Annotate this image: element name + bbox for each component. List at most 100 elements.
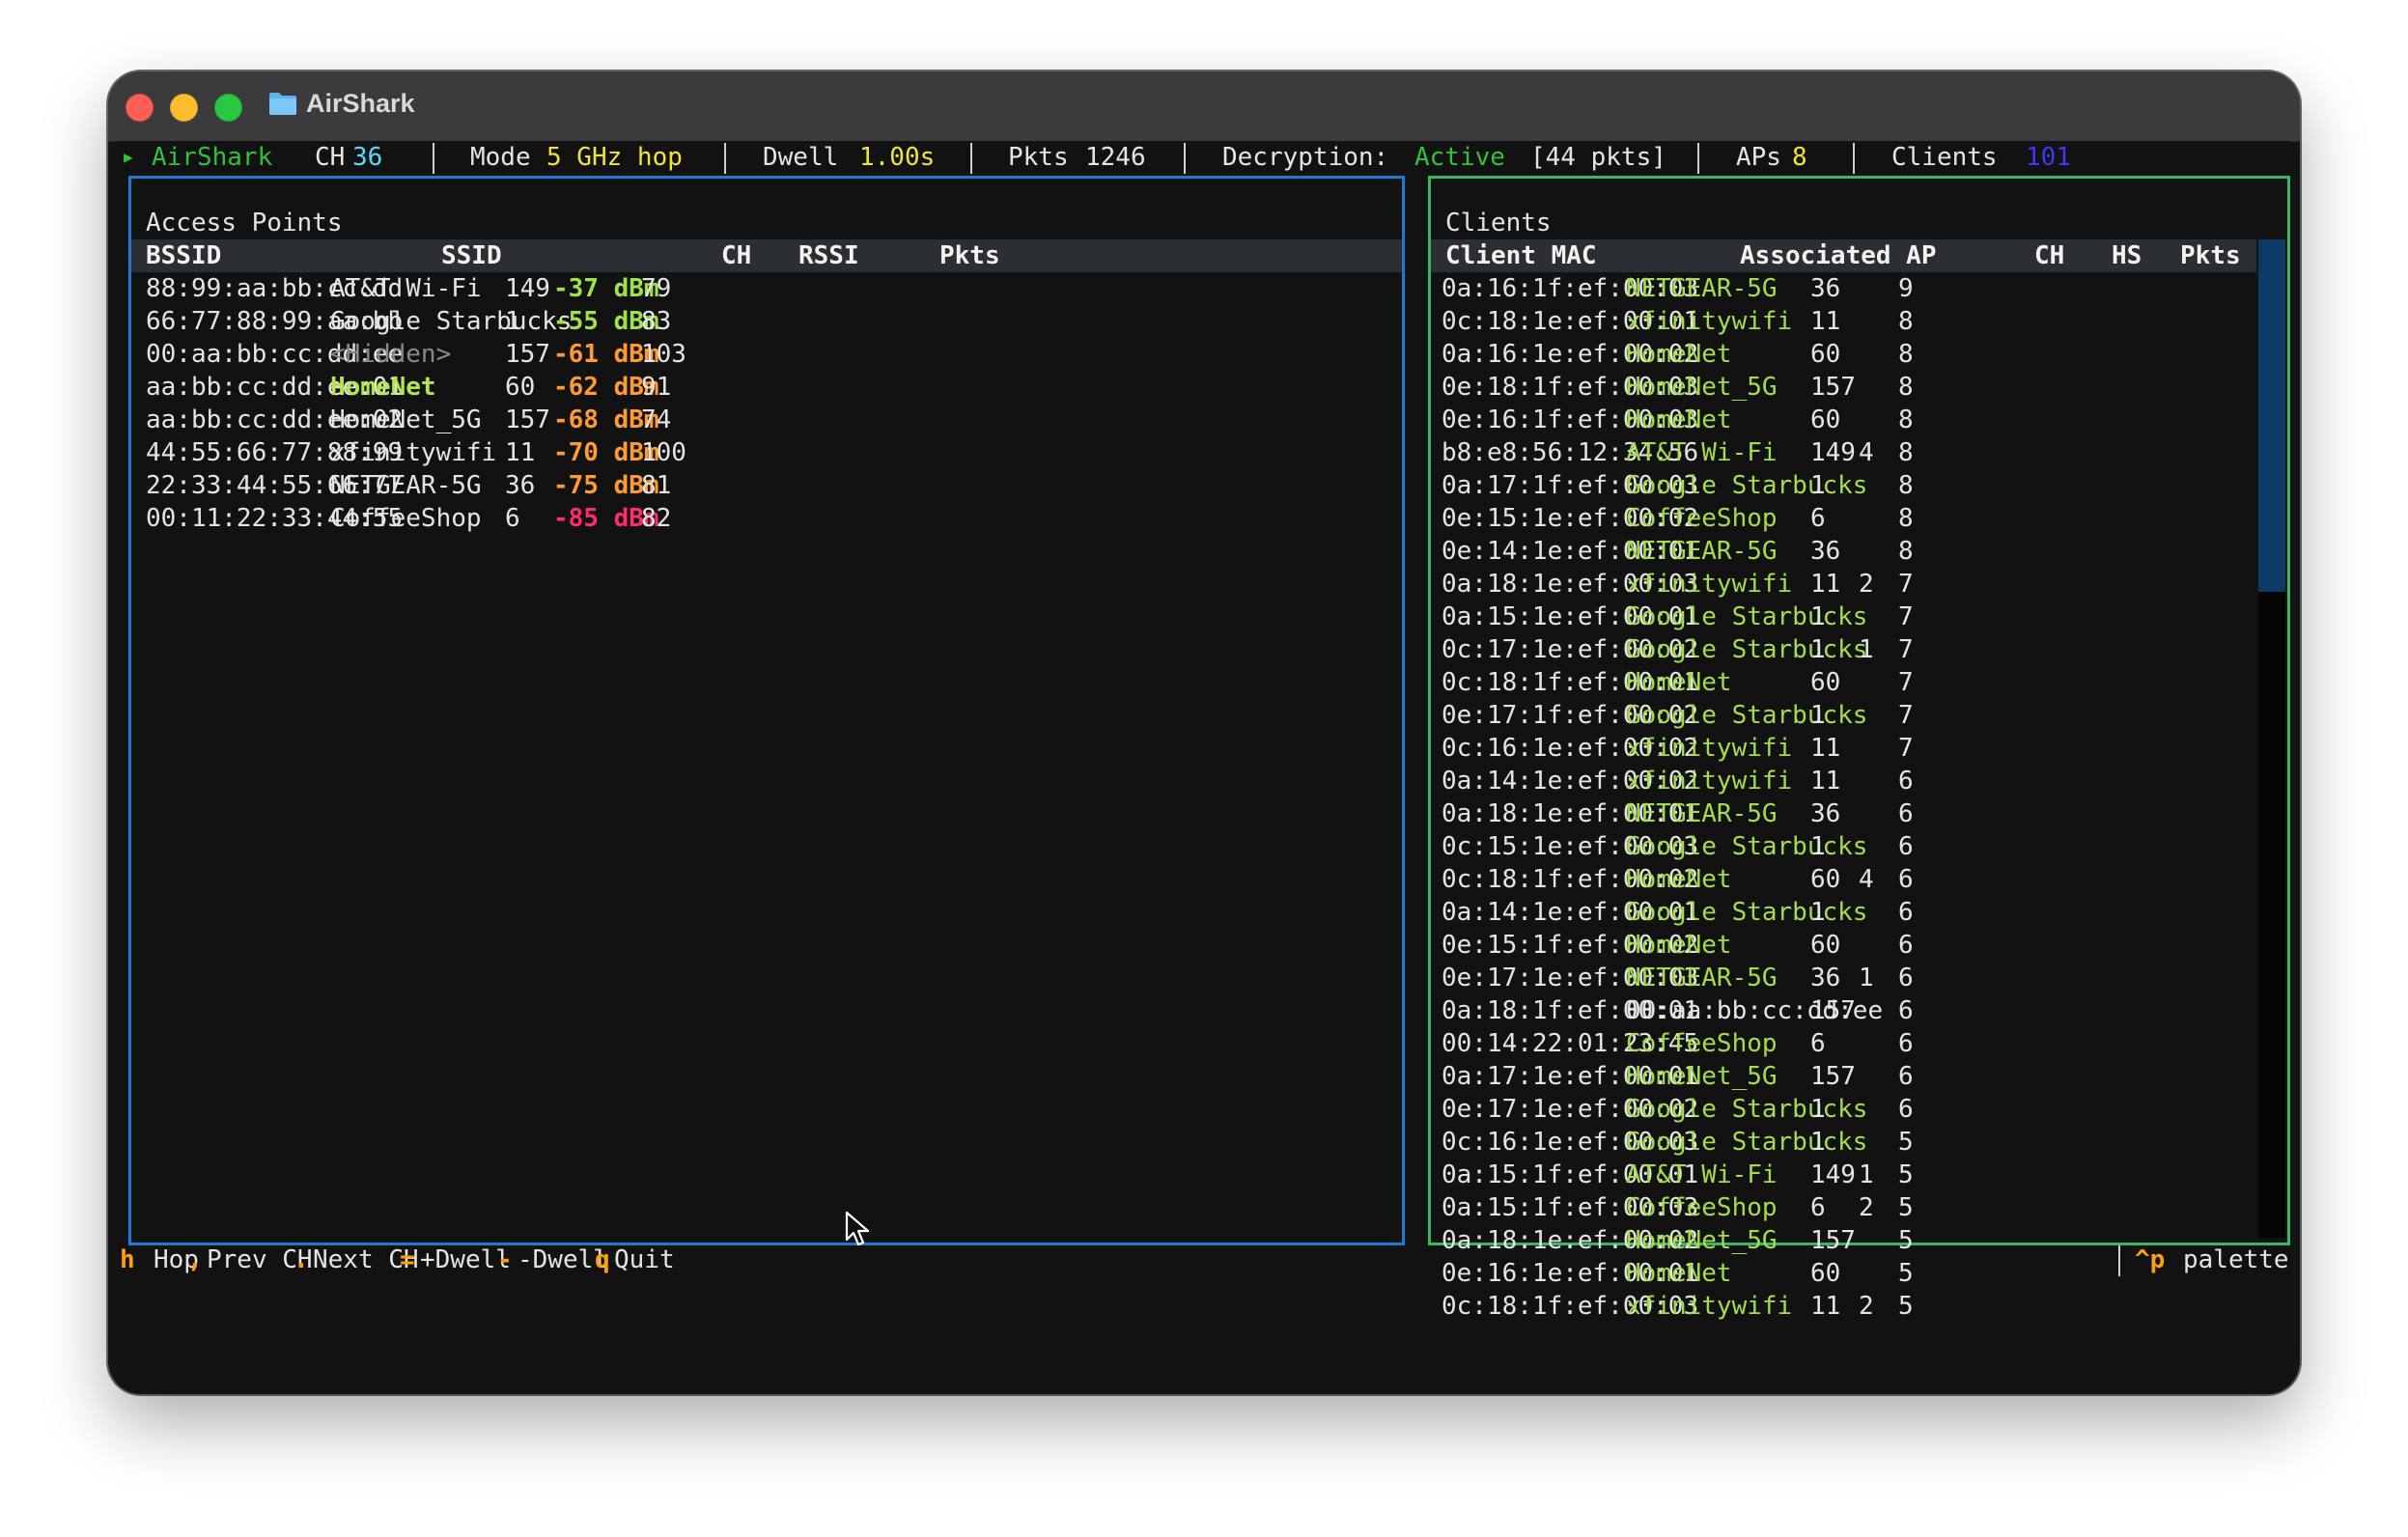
associated-ap-cell: HomeNet bbox=[1626, 931, 1732, 960]
table-row[interactable]: 00:14:22:01:23:45 CoffeeShop 6 6 bbox=[1431, 1027, 2256, 1060]
key-bindings-footer: ^p palette h Hop, Prev CH. Next CH = +Dwell - -… bbox=[118, 1244, 2290, 1276]
channel-cell: 6 bbox=[1810, 504, 1826, 533]
table-row[interactable]: 0c:18:1f:ef:00:03 xfinitywifi 11 2 5 bbox=[1431, 1290, 2256, 1323]
channel-cell: 157 bbox=[1810, 1062, 1856, 1091]
table-row[interactable]: 0e:15:1e:ef:00:02 CoffeeShop 6 8 bbox=[1431, 502, 2256, 535]
table-row[interactable]: 0a:15:1e:ef:00:01 Google Starbucks 1 7 bbox=[1431, 601, 2256, 633]
table-row[interactable]: 0c:18:1f:ef:00:02 HomeNet 60 4 6 bbox=[1431, 863, 2256, 896]
table-row[interactable]: 0a:14:1e:ef:00:02 xfinitywifi 11 6 bbox=[1431, 765, 2256, 797]
key-hint-3[interactable]: . bbox=[294, 1244, 309, 1276]
column-header-channel[interactable]: CH bbox=[2034, 239, 2064, 272]
table-row[interactable]: 0e:16:1f:ef:00:03 HomeNet 60 8 bbox=[1431, 404, 2256, 436]
access-points-panel[interactable]: Access Points BSSID SSID CH RSSI Pkts 88… bbox=[128, 176, 1405, 1245]
ssid-cell: NETGEAR-5G bbox=[330, 471, 482, 500]
app-name: AirShark bbox=[152, 143, 273, 172]
table-row[interactable]: 0e:14:1e:ef:00:01 NETGEAR-5G 36 8 bbox=[1431, 535, 2256, 568]
palette-label[interactable]: palette bbox=[2183, 1244, 2289, 1276]
table-row[interactable]: 0a:18:1e:ef:00:01 NETGEAR-5G 36 6 bbox=[1431, 797, 2256, 830]
table-row[interactable]: 44:55:66:77:88:99 xfinitywifi 11 -70 dBm 100 bbox=[131, 436, 1402, 469]
packets-cell: 7 bbox=[1898, 668, 1914, 697]
table-row[interactable]: 0e:17:1e:ef:00:03 NETGEAR-5G 36 1 6 bbox=[1431, 962, 2256, 994]
table-row[interactable]: 0c:18:1f:ef:00:01 HomeNet 60 7 bbox=[1431, 666, 2256, 699]
clients-value: 101 bbox=[2026, 143, 2071, 172]
associated-ap-cell: Google Starbucks bbox=[1626, 832, 1868, 861]
channel-cell: 1 bbox=[1810, 602, 1826, 631]
associated-ap-cell: NETGEAR-5G bbox=[1626, 964, 1778, 992]
table-row[interactable]: 0c:16:1e:ef:00:03 Google Starbucks 1 5 bbox=[1431, 1126, 2256, 1159]
table-row[interactable]: aa:bb:cc:dd:ee:02 HomeNet_5G 157 -68 dBm 74 bbox=[131, 404, 1402, 436]
table-row[interactable]: 0e:17:1e:ef:00:02 Google Starbucks 1 6 bbox=[1431, 1093, 2256, 1126]
column-header-ssid[interactable]: SSID bbox=[441, 239, 502, 272]
palette-key[interactable]: ^p bbox=[2135, 1244, 2165, 1276]
column-header-channel[interactable]: CH bbox=[721, 239, 751, 272]
column-header-bssid[interactable]: BSSID bbox=[146, 239, 221, 272]
handshakes-cell: 2 bbox=[1859, 570, 1874, 599]
channel-cell: 1 bbox=[1810, 635, 1826, 664]
status-divider bbox=[724, 143, 726, 174]
table-row[interactable]: 66:77:88:99:aa:bb Google Starbucks 1 -55 dB… bbox=[131, 305, 1402, 338]
associated-ap-cell: Google Starbucks bbox=[1626, 1095, 1868, 1124]
column-header-handshakes[interactable]: HS bbox=[2112, 239, 2142, 272]
table-row[interactable]: 0e:18:1f:ef:00:03 HomeNet_5G 157 8 bbox=[1431, 371, 2256, 404]
packets-cell: 7 bbox=[1898, 734, 1914, 763]
packets-cell: 5 bbox=[1898, 1292, 1914, 1321]
associated-ap-cell: HomeNet bbox=[1626, 340, 1732, 369]
table-row[interactable]: 0c:17:1e:ef:00:02 Google Starbucks 1 1 7 bbox=[1431, 633, 2256, 666]
clients-scrollbar-thumb[interactable] bbox=[2258, 239, 2285, 592]
table-row[interactable]: 88:99:aa:bb:cc:dd AT&T Wi-Fi 149 -37 dBm 79 bbox=[131, 272, 1402, 305]
channel-cell: 36 bbox=[1810, 537, 1841, 566]
table-row[interactable]: 0a:16:1f:ef:00:03 NETGEAR-5G 36 9 bbox=[1431, 272, 2256, 305]
table-row[interactable]: b8:e8:56:12:34:56 AT&T Wi-Fi 149 4 8 bbox=[1431, 436, 2256, 469]
packets-cell: 8 bbox=[1898, 307, 1914, 336]
column-header-client-mac[interactable]: Client MAC bbox=[1445, 239, 1597, 272]
packets-cell: 6 bbox=[1898, 898, 1914, 927]
table-row[interactable]: 0a:14:1e:ef:00:01 Google Starbucks 1 6 bbox=[1431, 896, 2256, 929]
key-hint-6[interactable]: q bbox=[595, 1244, 610, 1276]
handshakes-cell: 2 bbox=[1859, 1292, 1874, 1321]
channel-cell: 1 bbox=[505, 307, 520, 336]
key-hint-4[interactable]: = bbox=[400, 1244, 415, 1276]
column-header-rssi[interactable]: RSSI bbox=[798, 239, 859, 272]
table-row[interactable]: 0e:17:1f:ef:00:02 Google Starbucks 1 7 bbox=[1431, 699, 2256, 732]
table-row[interactable]: 0a:15:1f:ef:00:03 CoffeeShop 6 2 5 bbox=[1431, 1191, 2256, 1224]
table-row[interactable]: 0c:16:1e:ef:00:02 xfinitywifi 11 7 bbox=[1431, 732, 2256, 765]
key-hint-label[interactable]: Quit bbox=[614, 1244, 675, 1276]
close-window-button[interactable] bbox=[126, 94, 154, 122]
table-row[interactable]: 22:33:44:55:66:77 NETGEAR-5G 36 -75 dBm 81 bbox=[131, 469, 1402, 502]
table-row[interactable]: 00:aa:bb:cc:dd:ee <Hidden> 157 -61 dBm 103 bbox=[131, 338, 1402, 371]
table-row[interactable]: aa:bb:cc:dd:ee:01 HomeNet 60 -62 dBm 91 bbox=[131, 371, 1402, 404]
key-hint-5[interactable]: - bbox=[497, 1244, 513, 1276]
channel-cell: 60 bbox=[505, 373, 536, 402]
clients-panel[interactable]: Clients Client MAC Associated AP CH HS P… bbox=[1428, 176, 2290, 1321]
ssid-cell: AT&T Wi-Fi bbox=[330, 274, 482, 303]
table-row[interactable]: 0a:18:1e:ef:00:03 xfinitywifi 11 2 7 bbox=[1431, 568, 2256, 601]
packets-cell: 6 bbox=[1898, 832, 1914, 861]
associated-ap-cell: CoffeeShop bbox=[1626, 504, 1778, 533]
table-row[interactable]: 0e:15:1f:ef:00:02 HomeNet 60 6 bbox=[1431, 929, 2256, 962]
associated-ap-cell: HomeNet_5G bbox=[1626, 373, 1778, 402]
packets-cell: 8 bbox=[1898, 373, 1914, 402]
channel-cell: 149 bbox=[1810, 438, 1856, 467]
table-row[interactable]: 0a:17:1e:ef:00:01 HomeNet_5G 157 6 bbox=[1431, 1060, 2256, 1093]
channel-cell: 6 bbox=[1810, 1029, 1826, 1058]
table-row[interactable]: 0a:17:1f:ef:00:03 Google Starbucks 1 8 bbox=[1431, 469, 2256, 502]
minimize-window-button[interactable] bbox=[170, 94, 198, 122]
table-row[interactable]: 0a:18:1f:ef:00:01 00:aa:bb:cc:dd:ee 157 6 bbox=[1431, 994, 2256, 1027]
footer-divider bbox=[2118, 1245, 2120, 1276]
column-header-packets[interactable]: Pkts bbox=[2180, 239, 2241, 272]
column-header-associated-ap[interactable]: Associated AP bbox=[1740, 239, 1937, 272]
channel-cell: 11 bbox=[1810, 734, 1841, 763]
column-header-packets[interactable]: Pkts bbox=[939, 239, 1000, 272]
packets-cell: 100 bbox=[641, 438, 686, 467]
table-row[interactable]: 0c:15:1e:ef:00:03 Google Starbucks 1 6 bbox=[1431, 830, 2256, 863]
key-hint-2[interactable]: , bbox=[187, 1244, 203, 1276]
status-divider bbox=[970, 143, 972, 174]
table-row[interactable]: 0c:18:1e:ef:00:01 xfinitywifi 11 8 bbox=[1431, 305, 2256, 338]
zoom-window-button[interactable] bbox=[214, 94, 242, 122]
table-row[interactable]: 0a:15:1f:ef:00:01 AT&T Wi-Fi 149 1 5 bbox=[1431, 1159, 2256, 1191]
table-row[interactable]: 00:11:22:33:44:55 CoffeeShop 6 -85 dBm 82 bbox=[131, 502, 1402, 535]
key-hint-1[interactable]: h bbox=[120, 1244, 135, 1276]
table-row[interactable]: 0a:16:1e:ef:00:02 HomeNet 60 8 bbox=[1431, 338, 2256, 371]
packets-cell: 103 bbox=[641, 340, 686, 369]
packets-cell: 79 bbox=[641, 274, 672, 303]
